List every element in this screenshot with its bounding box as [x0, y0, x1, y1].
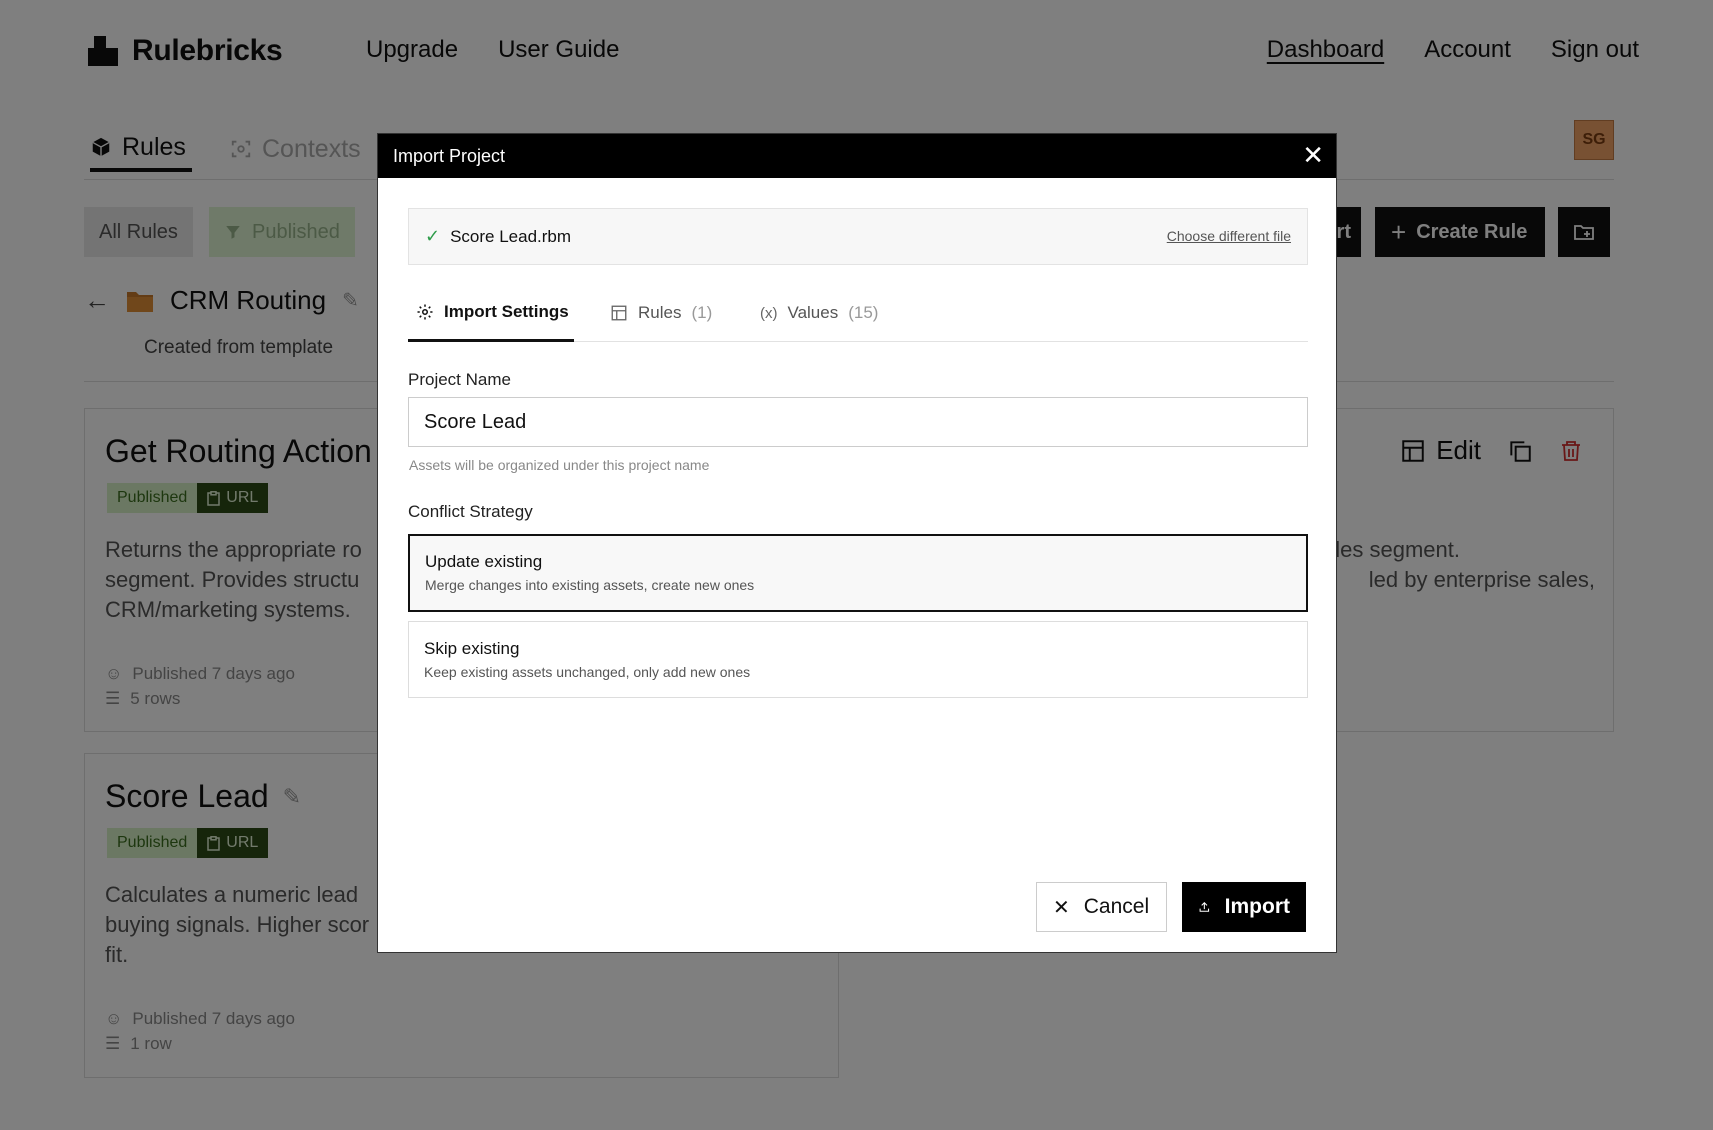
- cancel-button[interactable]: ✕ Cancel: [1036, 882, 1167, 932]
- modal-title: Import Project: [393, 145, 506, 166]
- check-icon: ✓: [425, 226, 441, 246]
- tab-values[interactable]: (x) Values (15): [760, 284, 878, 342]
- import-button[interactable]: Import: [1182, 882, 1306, 932]
- project-name-help: Assets will be organized under this proj…: [409, 457, 710, 473]
- variable-icon: (x): [760, 304, 778, 322]
- import-project-modal: Import Project ✕ ✓ Score Lead.rbm Choose…: [377, 133, 1337, 953]
- option-description: Keep existing assets unchanged, only add…: [424, 664, 751, 680]
- option-title: Update existing: [425, 552, 543, 571]
- update-existing-option[interactable]: Update existing Merge changes into exist…: [408, 534, 1308, 612]
- x-icon: ✕: [1053, 896, 1070, 919]
- table-icon: [611, 305, 627, 321]
- gear-icon: [417, 304, 433, 319]
- file-name: Score Lead.rbm: [450, 226, 572, 246]
- import-tabs: Import Settings Rules (1) (x) Values (15…: [408, 284, 1308, 342]
- project-name-input[interactable]: [408, 397, 1308, 447]
- tab-rules[interactable]: Rules (1): [610, 284, 712, 342]
- upload-icon: [1199, 902, 1210, 912]
- cancel-label: Cancel: [1083, 895, 1150, 918]
- tab-values-label: Values: [787, 303, 839, 322]
- choose-different-file-link[interactable]: Choose different file: [1167, 228, 1291, 244]
- tab-rules-label: Rules: [638, 303, 682, 322]
- option-title: Skip existing: [424, 639, 520, 658]
- option-description: Merge changes into existing assets, crea…: [425, 577, 755, 593]
- conflict-strategy-label: Conflict Strategy: [408, 502, 533, 521]
- selected-file: ✓ Score Lead.rbm Choose different file: [408, 208, 1308, 265]
- modal-header: Import Project ✕: [378, 134, 1336, 178]
- values-count: (15): [848, 303, 879, 322]
- import-label: Import: [1224, 895, 1290, 918]
- close-icon[interactable]: ✕: [1302, 142, 1324, 168]
- tab-import-settings-label: Import Settings: [444, 301, 569, 321]
- project-name-label: Project Name: [408, 370, 511, 389]
- skip-existing-option[interactable]: Skip existing Keep existing assets uncha…: [408, 621, 1308, 698]
- tab-import-settings[interactable]: Import Settings: [408, 284, 574, 342]
- rules-count: (1): [691, 303, 713, 322]
